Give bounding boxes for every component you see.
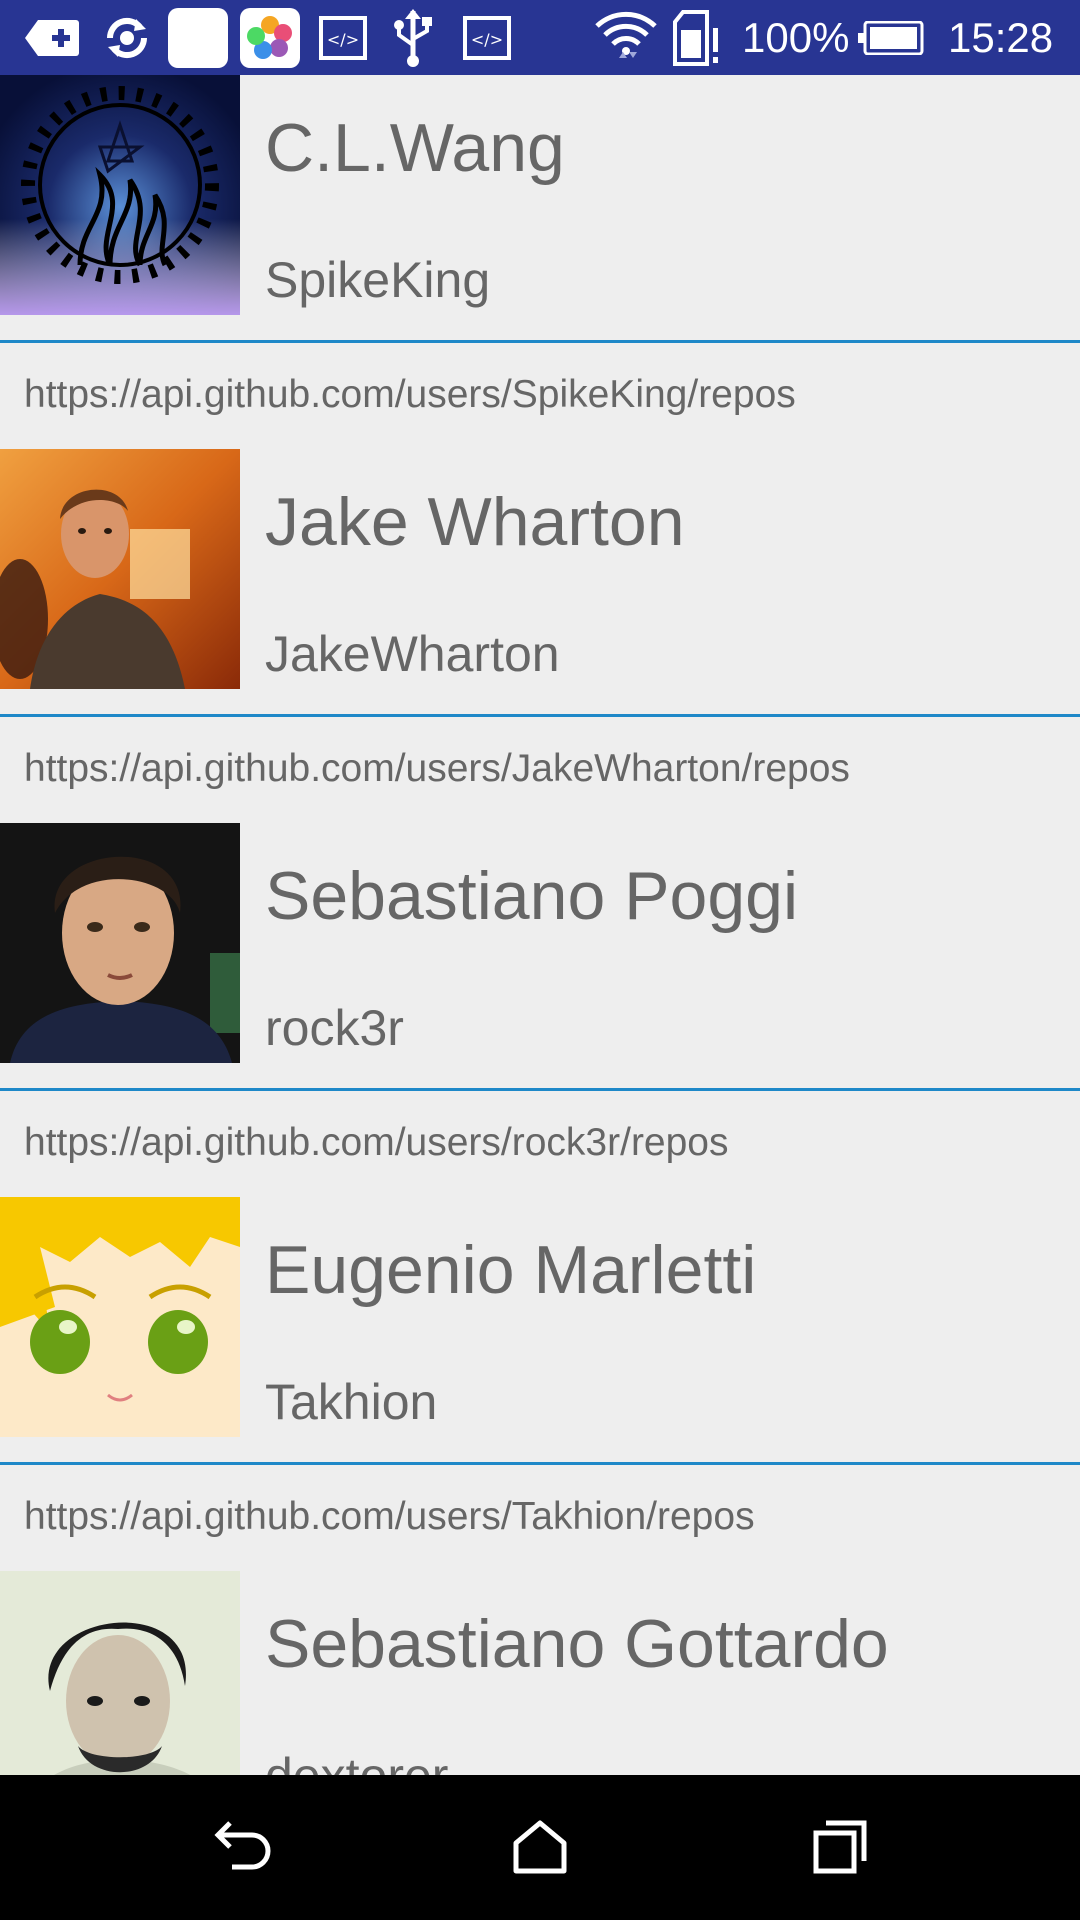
user-list-item[interactable]: Jake Wharton JakeWharton https://api.git…: [0, 449, 1080, 823]
divider: [0, 714, 1080, 717]
back-icon[interactable]: [196, 1802, 286, 1892]
user-list-item[interactable]: Sebastiano Gottardo dextorer: [0, 1571, 1080, 1775]
battery-icon: [858, 0, 924, 75]
sync-icon: [97, 0, 157, 75]
svg-text:</>: </>: [471, 30, 503, 49]
status-bar: </> </> 100% 15:28: [0, 0, 1080, 75]
navigation-bar: [0, 1775, 1080, 1920]
usb-icon: [388, 0, 438, 75]
repos-url: https://api.github.com/users/rock3r/repo…: [24, 1121, 729, 1164]
user-login: rock3r: [265, 1000, 404, 1056]
user-avatar: [0, 1571, 240, 1775]
dev-code-icon: </>: [315, 0, 371, 75]
repos-url: https://api.github.com/users/JakeWharton…: [24, 747, 850, 790]
user-login: JakeWharton: [265, 626, 560, 682]
user-avatar: [0, 823, 240, 1063]
dev-code-icon: </>: [459, 0, 515, 75]
user-login: SpikeKing: [265, 252, 491, 308]
repos-url: https://api.github.com/users/SpikeKing/r…: [24, 373, 796, 416]
divider: [0, 340, 1080, 343]
sd-card-alert-icon: [672, 0, 724, 75]
user-name: Eugenio Marletti: [265, 1232, 757, 1308]
divider: [0, 1462, 1080, 1465]
add-tab-icon: [22, 0, 82, 75]
user-list-item[interactable]: Eugenio Marletti Takhion https://api.git…: [0, 1197, 1080, 1571]
user-list[interactable]: C.L.Wang SpikeKing https://api.github.co…: [0, 75, 1080, 1775]
battery-percent: 100%: [742, 14, 850, 61]
blank-app-icon: [166, 0, 230, 75]
user-name: C.L.Wang: [265, 110, 565, 186]
photos-app-icon: [238, 0, 302, 75]
user-avatar: [0, 1197, 240, 1437]
wifi-icon: [590, 0, 662, 75]
recents-icon[interactable]: [795, 1802, 885, 1892]
user-login: Takhion: [265, 1374, 438, 1430]
user-avatar: [0, 75, 240, 315]
user-name: Sebastiano Gottardo: [265, 1606, 889, 1682]
user-avatar: [0, 449, 240, 689]
user-name: Sebastiano Poggi: [265, 858, 799, 934]
user-list-item[interactable]: Sebastiano Poggi rock3r https://api.gith…: [0, 823, 1080, 1197]
home-icon[interactable]: [495, 1802, 585, 1892]
user-name: Jake Wharton: [265, 484, 685, 560]
repos-url: https://api.github.com/users/Takhion/rep…: [24, 1495, 755, 1538]
user-list-item[interactable]: C.L.Wang SpikeKing https://api.github.co…: [0, 75, 1080, 449]
user-login: dextorer: [265, 1747, 448, 1775]
divider: [0, 1088, 1080, 1091]
svg-text:</>: </>: [327, 30, 359, 49]
clock: 15:28: [948, 14, 1054, 61]
